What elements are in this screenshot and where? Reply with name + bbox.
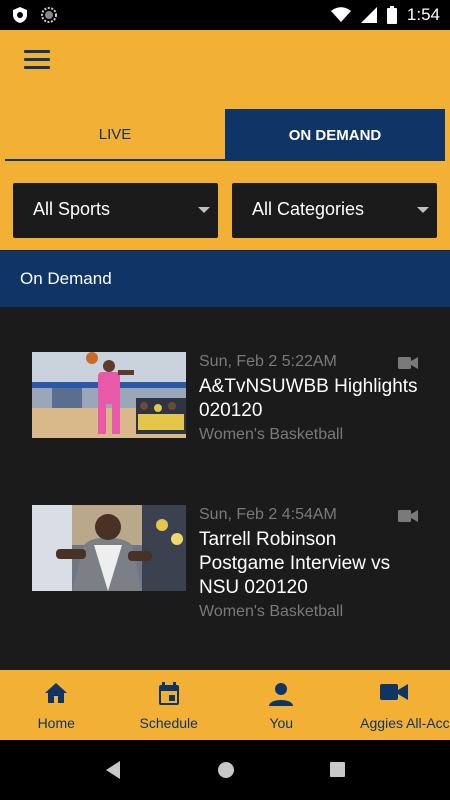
shield-icon: [13, 7, 27, 23]
video-camera-icon: [398, 357, 418, 369]
calendar-icon: [158, 682, 179, 705]
status-time: 1:54: [406, 5, 440, 24]
categories-dropdown-value: All Categories: [252, 199, 365, 219]
categories-dropdown[interactable]: All Categories: [232, 183, 437, 238]
video-title: A&TvNSUWBB Highlights 020120: [199, 376, 418, 421]
dropdown-arrow-icon: [417, 207, 429, 213]
tab-bar: LIVE ON DEMAND: [5, 109, 445, 161]
video-camera-icon: [379, 684, 408, 700]
tab-live[interactable]: LIVE: [5, 109, 225, 161]
sports-dropdown[interactable]: All Sports: [13, 183, 218, 238]
system-nav-bar: [0, 740, 450, 800]
battery-icon: [386, 6, 397, 24]
home-icon: [45, 683, 68, 703]
app-screen: 1:54 LIVE ON DEMAND All Sports All Categ…: [0, 0, 450, 800]
dropdown-arrow-icon: [198, 207, 210, 213]
person-icon: [269, 683, 294, 706]
video-title: Tarrell Robinson Postgame Interview vs N…: [199, 529, 391, 598]
video-meta: Sun, Feb 2 5:22AM A&TvNSUWBB Highlights …: [199, 352, 419, 445]
nav-home-label: Home: [37, 715, 75, 731]
video-category: Women's Basketball: [199, 603, 344, 620]
video-thumbnail[interactable]: [32, 505, 186, 591]
nav-schedule[interactable]: Schedule: [113, 670, 226, 740]
bottom-nav: Home Schedule You Aggies All-Acc: [0, 670, 450, 740]
wifi-icon: [330, 7, 351, 22]
signal-icon: [360, 7, 377, 23]
nav-aggies-all-access[interactable]: Aggies All-Acc...: [338, 670, 450, 740]
section-title: On Demand: [20, 269, 112, 288]
video-camera-icon: [398, 510, 418, 522]
hamburger-menu-icon[interactable]: [22, 50, 56, 80]
video-date: Sun, Feb 2 5:22AM: [199, 353, 337, 370]
section-header: On Demand: [0, 251, 450, 307]
video-date: Sun, Feb 2 4:54AM: [199, 506, 337, 523]
tab-on-demand[interactable]: ON DEMAND: [225, 109, 445, 161]
video-category: Women's Basketball: [199, 426, 344, 443]
back-icon[interactable]: [104, 760, 122, 780]
app-bar: [0, 30, 450, 100]
nav-home[interactable]: Home: [0, 670, 113, 740]
nav-you-label: You: [269, 715, 294, 731]
recents-icon[interactable]: [329, 761, 347, 779]
home-circle-icon[interactable]: [216, 760, 236, 780]
circle-icon: [41, 7, 57, 23]
nav-aggies-label: Aggies All-Acc...: [360, 715, 450, 731]
status-bar: 1:54: [0, 0, 450, 30]
filter-panel: LIVE ON DEMAND All Sports All Categories: [0, 100, 450, 250]
sports-dropdown-value: All Sports: [33, 199, 111, 219]
video-meta: Sun, Feb 2 4:54AM Tarrell Robinson Postg…: [199, 505, 419, 622]
nav-schedule-label: Schedule: [139, 715, 198, 731]
video-thumbnail[interactable]: [32, 352, 186, 438]
nav-you[interactable]: You: [225, 670, 338, 740]
video-list: Sun, Feb 2 5:22AM A&TvNSUWBB Highlights …: [0, 307, 450, 670]
